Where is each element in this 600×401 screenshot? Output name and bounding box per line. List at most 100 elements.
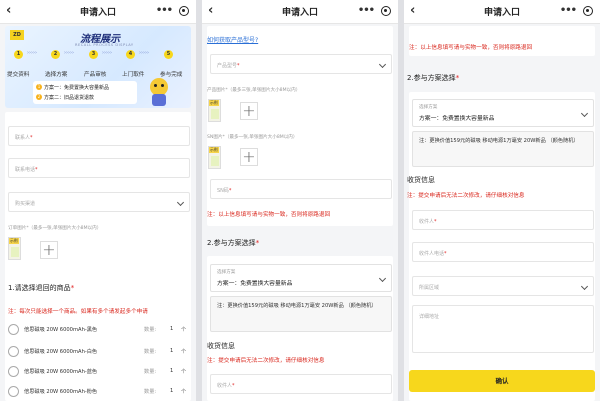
receiver-phone-placeholder: 收件人电话 — [419, 251, 445, 257]
qty-unit: 个 — [181, 369, 187, 375]
receive-note: 注：提交申请后无法二次修改，请仔细核对信息 — [207, 358, 325, 364]
sn-input[interactable]: SN码* — [210, 179, 392, 199]
close-miniapp-icon[interactable] — [381, 6, 391, 16]
plan-select-label: 选择方案 — [419, 105, 438, 110]
region-placeholder: 所属区域 — [419, 285, 440, 291]
step-labels: 提交资料 选择方案 产品审核 上门取件 参与完成 — [5, 70, 191, 78]
qty-unit: 个 — [181, 327, 187, 333]
qty-label: 数量: — [144, 349, 157, 355]
step-arrow: ››››› — [64, 50, 74, 56]
step-arrow: ››››› — [102, 50, 112, 56]
plan-description-box: 注：更换价值159元的磁吸 移动电源1万毫安 20W新品 （颜色随机） — [210, 296, 392, 332]
plan-description: 注：更换价值159元的磁吸 移动电源1万毫安 20W新品 （颜色随机） — [217, 303, 377, 309]
plan-select[interactable]: 选择方案 方案一：免费置换大容量新品 — [210, 264, 392, 292]
step-4: 4 — [126, 50, 135, 59]
plan-select-value: 方案一：免费置换大容量新品 — [217, 281, 293, 287]
sample-tag: 示例 — [9, 238, 19, 244]
product-name: 倍思磁吸 20W 6000mAh-黑色 — [24, 327, 98, 333]
receive-info-title: 收货信息 — [407, 176, 435, 184]
qty-label: 数量: — [144, 369, 157, 375]
model-select[interactable]: 产品型号* — [210, 54, 392, 74]
qty-label: 数量: — [144, 327, 157, 333]
chevron-down-icon — [580, 109, 589, 118]
phone-screen-1: ‹ 申请入口 ••• ZD 流程展示 RECALL PROCESS DISPLA… — [0, 0, 196, 401]
brand-logo: ZD — [10, 30, 24, 40]
address-placeholder: 详细地址 — [419, 314, 440, 320]
receiver-input[interactable]: 收件人* — [412, 210, 594, 230]
section-title-select-product: 1.请选择退回的商品* — [8, 284, 75, 292]
step-5: 5 — [164, 50, 173, 59]
step-dots: 1 ››››› 2 ››››› 3 ››››› 4 ››››› 5 — [5, 48, 191, 62]
phone-screen-2: ‹ 申请入口 ••• 如何获取产品型号? 产品型号* 产品图片*（最多三张,单张… — [202, 0, 398, 401]
product-sample-image[interactable]: 示例 — [208, 99, 221, 122]
qty-value[interactable]: 1 — [170, 388, 173, 394]
plan-select[interactable]: 选择方案 方案一：免费置换大容量新品 — [412, 99, 594, 127]
plan-select-label: 选择方案 — [217, 270, 236, 275]
region-select[interactable]: 所属区域 — [412, 276, 594, 296]
close-miniapp-icon[interactable] — [179, 6, 189, 16]
plan-description-box: 注：更换价值159元的磁吸 移动电源1万毫安 20W新品 （颜色随机） — [412, 131, 594, 167]
product-radio[interactable] — [8, 324, 19, 335]
upload-product-image-button[interactable]: + — [240, 102, 258, 120]
plan-badge-1: 1 — [36, 84, 42, 90]
qty-unit: 个 — [181, 349, 187, 355]
step-1: 1 — [14, 50, 23, 59]
contact-input[interactable]: 联系人* — [8, 126, 190, 146]
address-textarea[interactable]: 详细地址 — [412, 305, 594, 353]
receiver-placeholder: 收件人 — [217, 383, 233, 389]
channel-placeholder: 购买渠道 — [15, 201, 36, 207]
product-image-label: 产品图片*（最多三张,单张图片大小8M以内） — [207, 88, 301, 93]
receive-info-title: 收货信息 — [207, 342, 235, 350]
more-icon[interactable]: ••• — [560, 5, 577, 16]
step-arrow: ››››› — [27, 50, 37, 56]
step-label-3: 产品审核 — [84, 72, 107, 78]
sample-tag: 示例 — [209, 100, 219, 106]
receiver-placeholder: 收件人 — [419, 219, 435, 225]
contact-placeholder: 联系人 — [15, 135, 31, 141]
channel-select[interactable]: 购买渠道 — [8, 192, 190, 212]
receiver-input[interactable]: 收件人* — [210, 374, 392, 394]
qty-value[interactable]: 1 — [170, 326, 173, 332]
model-help-link[interactable]: 如何获取产品型号? — [207, 35, 258, 44]
plan-badge-2: 2 — [36, 94, 42, 100]
sample-picture — [211, 156, 219, 166]
close-miniapp-icon[interactable] — [583, 6, 593, 16]
section-title-plan: 2.参与方案选择* — [407, 74, 460, 82]
sn-sample-image[interactable]: 示例 — [208, 146, 221, 169]
step-3: 3 — [89, 50, 98, 59]
upload-sn-image-button[interactable]: + — [240, 148, 258, 166]
step-label-4: 上门取件 — [122, 72, 145, 78]
step-2: 2 — [51, 50, 60, 59]
receiver-phone-input[interactable]: 收件人电话* — [412, 242, 594, 262]
model-placeholder: 产品型号 — [217, 63, 238, 69]
nav-bar: ‹ 申请入口 ••• — [404, 0, 600, 24]
sn-placeholder: SN码 — [217, 188, 229, 194]
plan-select-value: 方案一：免费置换大容量新品 — [419, 116, 495, 122]
section-title-plan: 2.参与方案选择* — [207, 239, 260, 247]
process-banner: ZD 流程展示 RECALL PROCESS DISPLAY 1 ››››› 2… — [5, 26, 191, 108]
phone-placeholder: 联系电话 — [15, 167, 36, 173]
product-radio[interactable] — [8, 346, 19, 357]
form-card — [5, 112, 191, 401]
order-sample-image[interactable]: 示例 — [8, 237, 21, 260]
qty-value[interactable]: 1 — [170, 348, 173, 354]
screenshot: ‹ 申请入口 ••• ZD 流程展示 RECALL PROCESS DISPLA… — [0, 0, 600, 401]
qty-label: 数量: — [144, 389, 157, 395]
match-note: 注：以上信息填写请与实物一致，否则将原路退回 — [409, 45, 533, 51]
chevron-down-icon — [580, 282, 589, 291]
more-icon[interactable]: ••• — [156, 5, 173, 16]
step-label-5: 参与完成 — [160, 72, 183, 78]
step-label-1: 提交资料 — [7, 72, 30, 78]
confirm-button[interactable]: 确认 — [409, 370, 595, 392]
nav-bar: ‹ 申请入口 ••• — [202, 0, 398, 24]
section-title-text: 2.参与方案选择 — [207, 239, 256, 247]
plan-description: 注：更换价值159元的磁吸 移动电源1万毫安 20W新品 （颜色随机） — [419, 138, 579, 144]
qty-value[interactable]: 1 — [170, 368, 173, 374]
more-icon[interactable]: ••• — [358, 5, 375, 16]
plan-1-text: 方案一：免费置换大容量新品 — [44, 85, 110, 91]
upload-order-image-button[interactable]: + — [40, 241, 58, 259]
product-radio[interactable] — [8, 366, 19, 377]
phone-input[interactable]: 联系电话* — [8, 158, 190, 178]
product-radio[interactable] — [8, 386, 19, 397]
chevron-down-icon — [176, 198, 185, 207]
